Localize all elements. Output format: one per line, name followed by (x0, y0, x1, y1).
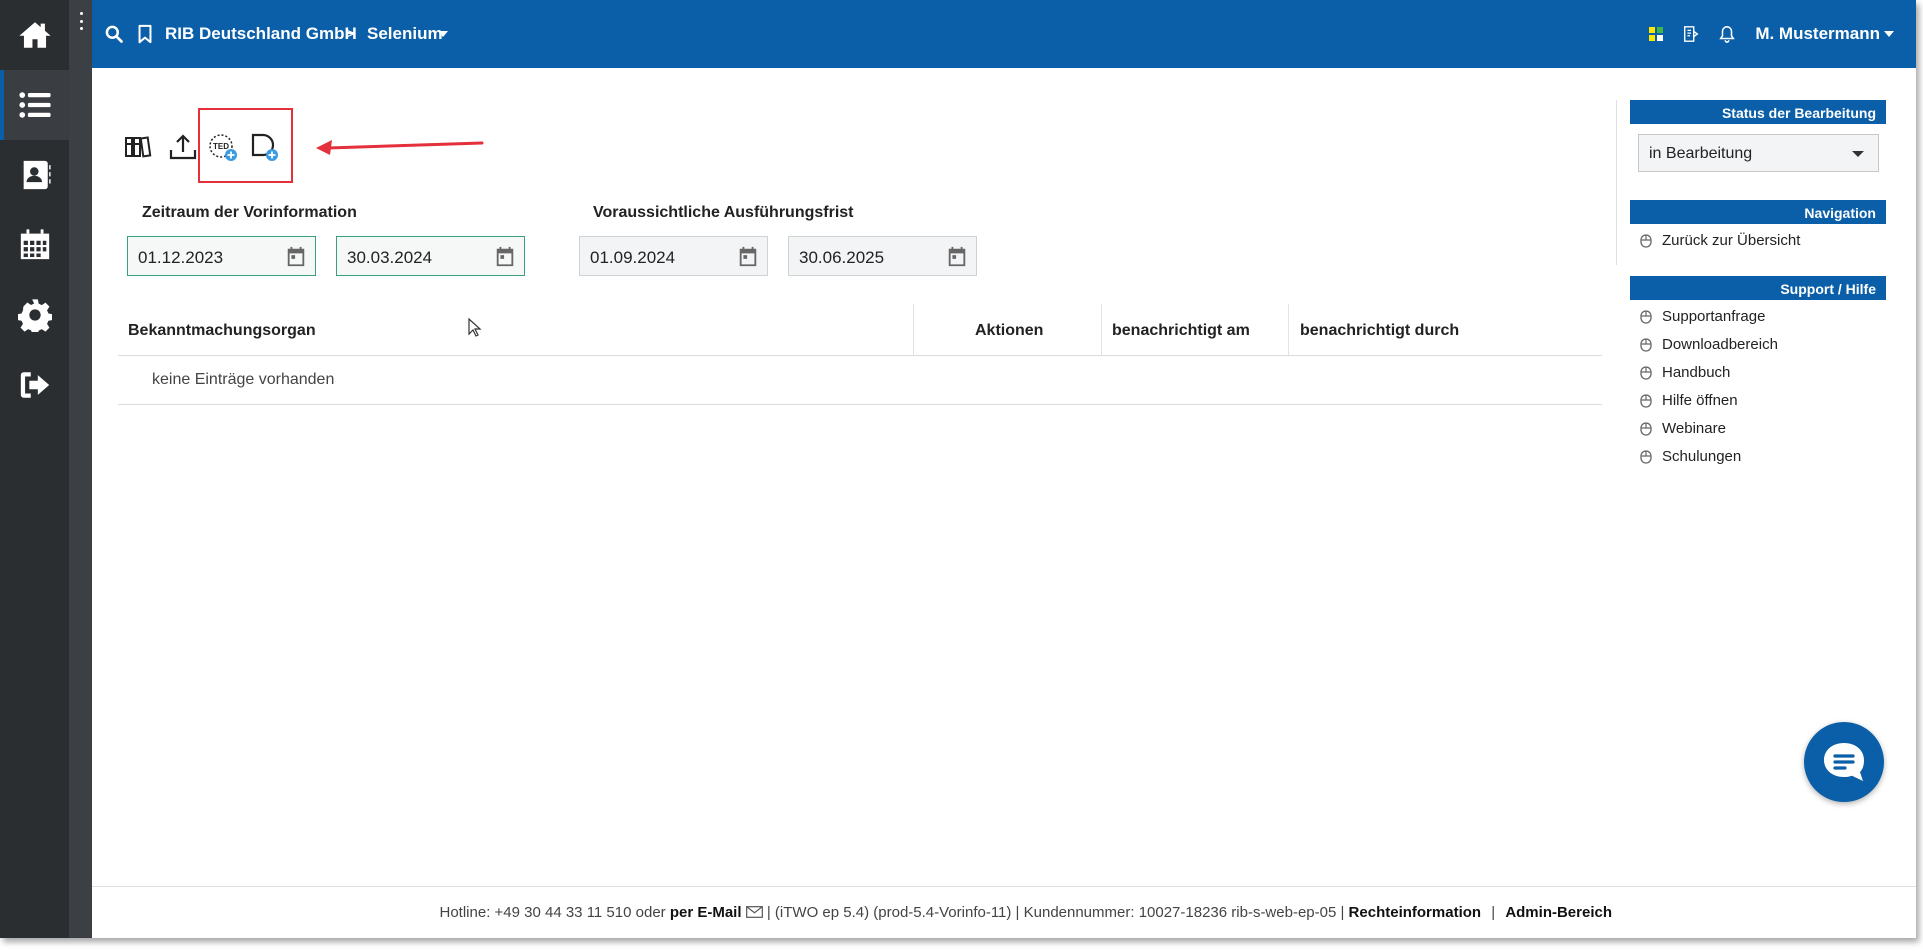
sidebar-item-logout[interactable] (0, 350, 69, 420)
nav-link-back-to-overview[interactable]: Zurück zur Übersicht (1640, 232, 1800, 249)
support-link-webinare[interactable]: Webinare (1640, 420, 1726, 437)
more-vertical-icon[interactable] (78, 12, 84, 30)
table-row-border (118, 404, 1602, 405)
sidebar-item-settings[interactable] (0, 280, 69, 350)
annotation-highlight-box (198, 108, 293, 183)
table-empty-message: keine Einträge vorhanden (152, 371, 335, 388)
breadcrumb-company[interactable]: RIB Deutschland GmbH (165, 24, 357, 44)
support-link-label: Webinare (1662, 420, 1726, 437)
support-link-label: Supportanfrage (1662, 308, 1766, 325)
column-header-benachrichtigt-am[interactable]: benachrichtigt am (1112, 304, 1250, 355)
mouse-icon (1640, 393, 1652, 408)
sidebar-item-home[interactable] (0, 0, 69, 70)
main-content: TED Zeitraum der Vorinformation Voraussi… (92, 68, 1612, 886)
vorinfo-to-input[interactable]: 30.03.2024 (336, 236, 525, 276)
footer-rechteinformation-link[interactable]: Rechteinformation (1349, 904, 1482, 921)
vorinfo-from-input[interactable]: 01.12.2023 (127, 236, 316, 276)
footer-divider (92, 886, 1916, 887)
mouse-icon (1640, 365, 1652, 380)
footer-hotline: Hotline: +49 30 44 33 11 510 oder (439, 904, 666, 921)
vorinfo-label: Zeitraum der Vorinformation (142, 204, 357, 221)
mouse-cursor-icon (468, 318, 482, 337)
support-link-hilfe-oeffnen[interactable]: Hilfe öffnen (1640, 392, 1738, 409)
support-link-handbuch[interactable]: Handbuch (1640, 364, 1730, 381)
frist-label: Voraussichtliche Ausführungsfrist (593, 204, 854, 221)
breadcrumb-separator: > (345, 24, 355, 43)
vorinfo-to-value: 30.03.2024 (347, 248, 433, 267)
footer: Hotline: +49 30 44 33 11 510 oder per E-… (92, 904, 1613, 921)
list-icon (18, 92, 51, 118)
support-link-downloadbereich[interactable]: Downloadbereich (1640, 336, 1778, 353)
footer-separator: | (1491, 904, 1496, 921)
search-icon[interactable] (104, 24, 124, 44)
home-icon (18, 22, 51, 48)
envelope-icon[interactable] (745, 906, 763, 918)
mouse-icon (1640, 309, 1652, 324)
footer-email-link[interactable]: per E-Mail (670, 904, 742, 921)
apps-icon[interactable] (1648, 26, 1664, 42)
navigation-panel-title: Navigation (1630, 200, 1886, 224)
user-menu[interactable]: M. Mustermann (1755, 24, 1880, 44)
breadcrumb-project[interactable]: Selenium (367, 24, 443, 44)
chevron-down-icon[interactable] (438, 31, 448, 37)
calendar-icon[interactable] (494, 246, 516, 268)
vorinfo-from-value: 01.12.2023 (138, 248, 224, 267)
frist-from-input[interactable]: 01.09.2024 (579, 236, 768, 276)
support-link-label: Downloadbereich (1662, 336, 1778, 353)
document-sign-icon[interactable] (1682, 25, 1700, 43)
mouse-icon (1640, 449, 1652, 464)
binders-icon[interactable] (122, 130, 156, 164)
app-window: RIB Deutschland GmbH > Selenium M. Muste… (0, 0, 1916, 938)
upload-icon[interactable] (166, 130, 200, 164)
support-link-label: Schulungen (1662, 448, 1742, 465)
contacts-icon (23, 160, 51, 190)
column-divider (1288, 304, 1289, 355)
panel-divider (1616, 100, 1617, 265)
status-select-value: in Bearbeitung (1649, 145, 1753, 162)
chat-button[interactable] (1804, 722, 1884, 802)
top-bar: RIB Deutschland GmbH > Selenium M. Muste… (92, 0, 1916, 68)
nav-link-label: Zurück zur Übersicht (1662, 232, 1801, 249)
chevron-down-icon (1852, 151, 1864, 157)
column-header-aktionen[interactable]: Aktionen (975, 304, 1043, 355)
calendar-icon (20, 229, 49, 260)
sidebar-item-calendar[interactable] (0, 210, 69, 280)
status-panel-title: Status der Bearbeitung (1630, 100, 1886, 124)
support-link-label: Handbuch (1662, 364, 1731, 381)
frist-to-value: 30.06.2025 (799, 248, 885, 267)
frist-to-input[interactable]: 30.06.2025 (788, 236, 977, 276)
support-link-label: Hilfe öffnen (1662, 392, 1738, 409)
gear-icon (17, 299, 52, 332)
chat-bubble-icon (1824, 743, 1864, 781)
mouse-icon (1640, 233, 1652, 248)
bookmark-icon[interactable] (136, 24, 154, 44)
column-header-bekanntmachungsorgan[interactable]: Bekanntmachungsorgan (128, 304, 316, 355)
status-select[interactable]: in Bearbeitung (1638, 134, 1879, 172)
support-link-schulungen[interactable]: Schulungen (1640, 448, 1741, 465)
column-divider (1101, 304, 1102, 355)
sidebar-toggle-strip[interactable] (69, 0, 92, 938)
sidebar-item-list[interactable] (0, 70, 69, 140)
support-panel-title: Support / Hilfe (1630, 276, 1886, 300)
calendar-icon[interactable] (946, 246, 968, 268)
sidebar (0, 0, 69, 938)
frist-from-value: 01.09.2024 (590, 248, 676, 267)
table-header-border (118, 355, 1602, 356)
column-header-benachrichtigt-durch[interactable]: benachrichtigt durch (1300, 304, 1459, 355)
mouse-icon (1640, 337, 1652, 352)
mouse-icon (1640, 421, 1652, 436)
column-divider (913, 304, 914, 355)
bell-icon[interactable] (1718, 25, 1736, 43)
calendar-icon[interactable] (285, 246, 307, 268)
annotation-arrow (316, 140, 484, 155)
sidebar-item-contacts[interactable] (0, 140, 69, 210)
footer-admin-link[interactable]: Admin-Bereich (1505, 904, 1612, 921)
support-link-supportanfrage[interactable]: Supportanfrage (1640, 308, 1765, 325)
calendar-icon[interactable] (737, 246, 759, 268)
chevron-down-icon[interactable] (1884, 31, 1894, 37)
logout-icon (20, 372, 49, 398)
footer-version-info: | (iTWO ep 5.4) (prod-5.4-Vorinfo-11) | … (766, 904, 1345, 921)
